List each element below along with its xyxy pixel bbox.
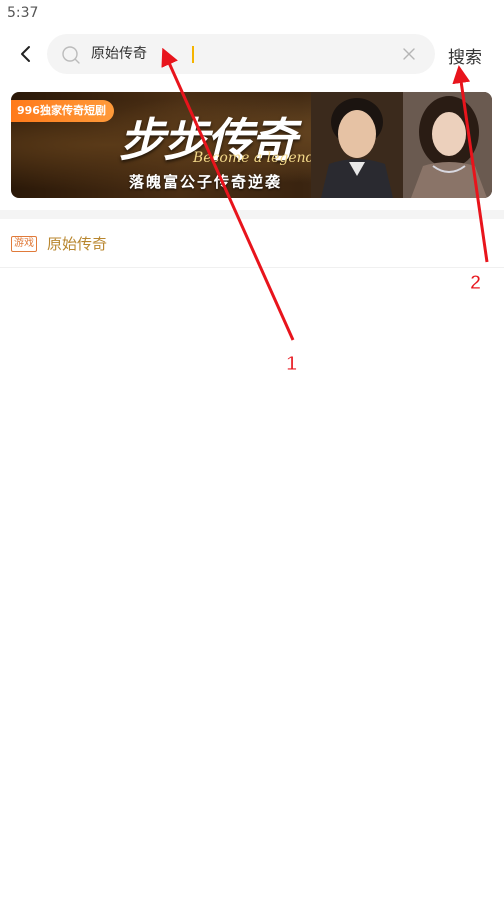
back-button[interactable] [14,42,38,66]
banner-subtitle-en: Become a legend [193,150,315,166]
banner-badge: 996独家传奇短剧 [11,100,114,122]
suggestion-label: 原始传奇 [47,235,108,253]
search-button[interactable]: 搜索 [448,43,482,68]
text-caret [192,46,194,63]
category-tag: 游戏 [11,236,37,252]
promo-banner[interactable]: 996独家传奇短剧 步步传奇 Become a legend 落魄富公子传奇逆袭 [11,92,492,198]
annotation-label-1: 1 [286,353,297,375]
suggestion-item[interactable]: 游戏 原始传奇 [0,220,504,268]
chevron-left-icon [21,46,30,62]
close-icon [403,48,415,60]
search-box[interactable] [47,34,435,74]
search-row: 搜索 [0,32,504,76]
clear-button[interactable] [399,44,419,64]
status-bar: 5:37 [0,0,504,28]
search-input[interactable] [91,34,381,74]
banner-actress-image [403,92,492,198]
annotation-label-2: 2 [470,272,481,294]
banner-actor-image [311,92,403,198]
status-time: 5:37 [7,5,39,21]
banner-subtitle: 落魄富公子传奇逆袭 [129,173,283,191]
section-divider [0,210,504,219]
search-icon [62,46,80,64]
